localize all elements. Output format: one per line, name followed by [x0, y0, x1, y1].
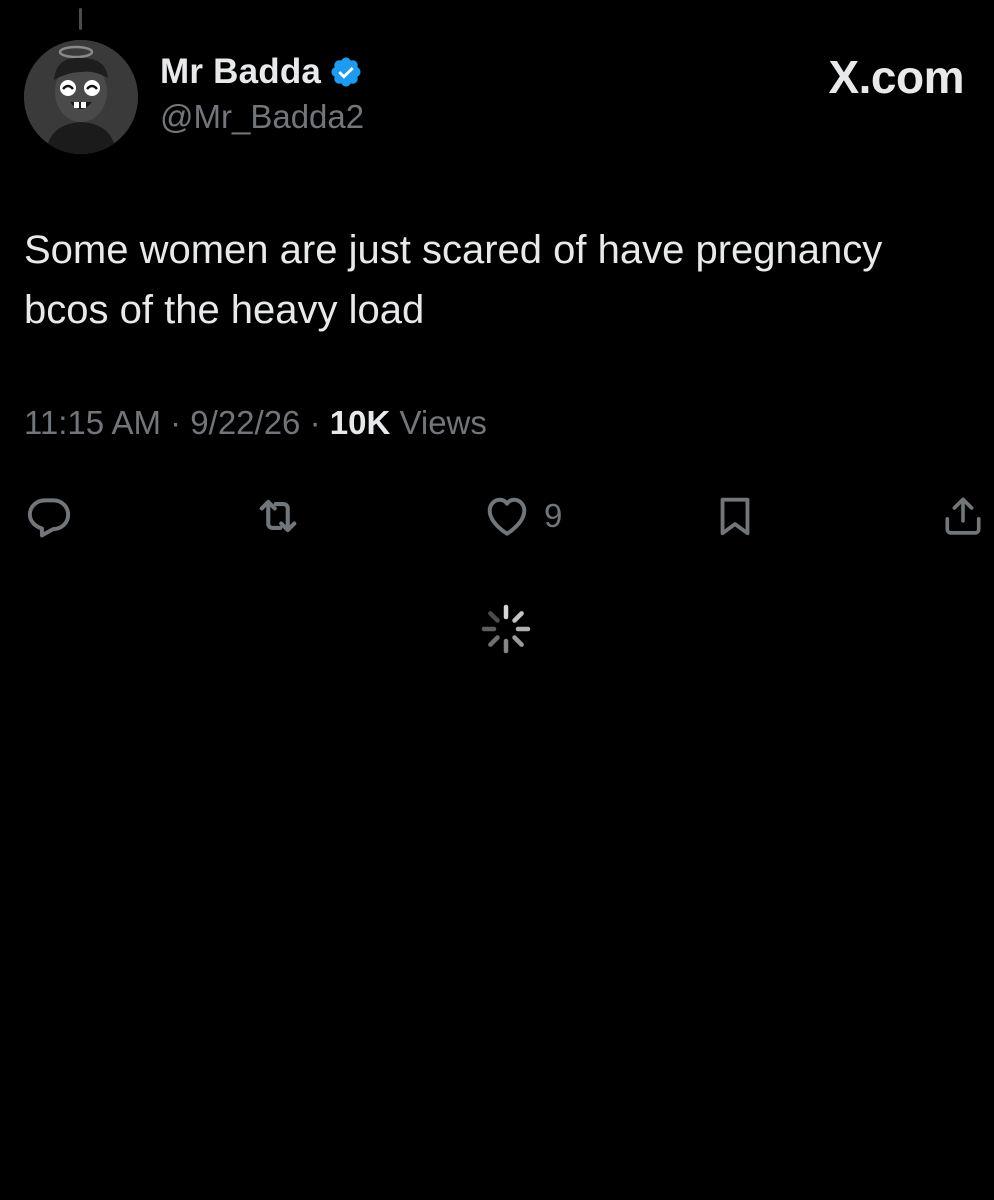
views-label: Views [390, 404, 487, 441]
share-button[interactable] [940, 490, 986, 542]
verified-badge-icon[interactable] [329, 55, 363, 89]
loading-spinner-icon [481, 604, 531, 654]
author-display-name[interactable]: Mr Badda [160, 52, 363, 92]
like-count: 9 [544, 497, 563, 534]
views-count: 10K [329, 404, 391, 441]
share-icon [945, 497, 981, 535]
reply-icon [27, 498, 71, 538]
avatar-cartoon-icon [24, 40, 138, 154]
avatar[interactable] [24, 40, 138, 154]
bookmark-button[interactable] [712, 490, 770, 542]
repost-button[interactable] [250, 490, 318, 542]
like-button[interactable]: 9 [482, 490, 562, 542]
repost-icon [259, 499, 297, 533]
author-handle[interactable]: @Mr_Badda2 [160, 98, 364, 136]
thread-connector-line [79, 8, 82, 30]
action-bar: 9 [0, 490, 994, 542]
brand-watermark: X.com [828, 51, 964, 103]
post-metadata: 11:15 AM · 9/22/26 · 10K Views [24, 404, 487, 442]
bookmark-icon [720, 497, 750, 536]
heart-icon [487, 497, 527, 536]
post-text: Some women are just scared of have pregn… [24, 228, 883, 332]
post-timestamp[interactable]: 11:15 AM · 9/22/26 · [24, 404, 330, 441]
reply-button[interactable] [24, 490, 86, 542]
author-name-text: Mr Badda [160, 52, 322, 91]
